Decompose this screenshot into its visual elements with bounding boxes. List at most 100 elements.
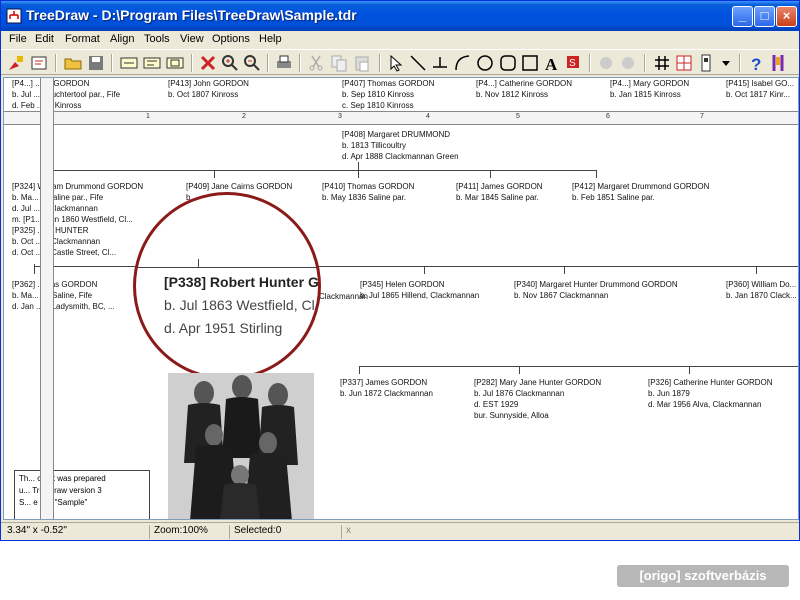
- person-id: [P410]: [322, 182, 346, 191]
- tee-connector-icon[interactable]: [430, 53, 450, 73]
- person-box[interactable]: [P415] Isabel GO... b. Oct 1817 Kinr...: [726, 78, 794, 100]
- person-box[interactable]: [P345] Helen GORDON b. Jul 1865 Hillend,…: [360, 279, 479, 301]
- menu-tools[interactable]: Tools: [144, 33, 170, 45]
- maximize-button[interactable]: □: [754, 6, 775, 27]
- person-box[interactable]: [P410] Thomas GORDON b. May 1836 Saline …: [322, 181, 414, 203]
- connector-line: [490, 170, 491, 178]
- cut-icon[interactable]: [306, 53, 326, 73]
- person-name: James GORDON: [480, 182, 543, 191]
- menu-edit[interactable]: Edit: [35, 33, 54, 45]
- person-name: Helen GORDON: [385, 280, 445, 289]
- line-icon[interactable]: [408, 53, 428, 73]
- person-birth: b. Mar 1845 Saline par.: [456, 193, 539, 202]
- zoom-in-icon[interactable]: [220, 53, 240, 73]
- save-icon[interactable]: [86, 53, 106, 73]
- person-id: [P345]: [360, 280, 384, 289]
- svg-text:S: S: [569, 58, 576, 69]
- treedraw-window: TreeDraw - D:\Program Files\TreeDraw\Sam…: [0, 0, 800, 541]
- person-death: d. Apr 1888 Clackmannan Green: [342, 152, 459, 161]
- person-burial: bur. Sunnyside, Alloa: [474, 411, 549, 420]
- person-id: [P338]: [164, 274, 207, 290]
- title-bar[interactable]: TreeDraw - D:\Program Files\TreeDraw\Sam…: [1, 1, 799, 31]
- person-box[interactable]: [P282] Mary Jane Hunter GORDON b. Jul 18…: [474, 377, 601, 421]
- dropdown-icon[interactable]: [716, 53, 736, 73]
- person-id: [P4...]: [610, 79, 631, 88]
- pointer-icon[interactable]: [386, 53, 406, 73]
- menu-help[interactable]: Help: [259, 33, 282, 45]
- person-id: [P413]: [168, 79, 192, 88]
- page-setup-icon[interactable]: [696, 53, 716, 73]
- menu-bar: File Edit Format Align Tools View Option…: [1, 31, 799, 49]
- person-birth: b. Jul 1876 Clackmannan: [474, 389, 565, 398]
- person-name: William Do...: [751, 280, 797, 289]
- person-box[interactable]: [P4...] Mary GORDON b. Jan 1815 Kinross: [610, 78, 689, 100]
- color-icon[interactable]: S: [564, 53, 584, 73]
- chart-note[interactable]: Th... chart was prepared u... TreeDraw v…: [14, 470, 150, 519]
- status-selected: Selected:0: [229, 525, 341, 539]
- context-help-icon[interactable]: [768, 53, 788, 73]
- connector-line: [424, 266, 425, 274]
- menu-align[interactable]: Align: [110, 33, 134, 45]
- chart-canvas[interactable]: [P4...] ...ert GORDON b. Jul ...6 Auchte…: [3, 77, 799, 520]
- person-box[interactable]: [P326] Catherine Hunter GORDON b. Jun 18…: [648, 377, 773, 410]
- circle-icon[interactable]: [475, 53, 495, 73]
- spouse-box[interactable]: [P408] Margaret DRUMMOND b. 1813 Tillico…: [342, 129, 459, 162]
- person-name: Robert Hunter: [209, 274, 305, 290]
- person-name: Margaret Hunter Drummond GORDON: [539, 280, 678, 289]
- open-tree-icon[interactable]: [29, 53, 49, 73]
- magnifier-lens[interactable]: [P338] Robert Hunter Go b. Jul 1863 West…: [133, 192, 321, 380]
- snap-icon[interactable]: [674, 53, 694, 73]
- menu-file[interactable]: File: [9, 33, 27, 45]
- disabled-tool-2-icon[interactable]: [618, 53, 638, 73]
- person-name: Catherine Hunter GORDON: [673, 378, 773, 387]
- zoom-out-icon[interactable]: [242, 53, 262, 73]
- person-name: Thomas GORDON: [347, 182, 415, 191]
- print-icon[interactable]: [274, 53, 294, 73]
- minimize-button[interactable]: _: [732, 6, 753, 27]
- person-box[interactable]: [P324] William Drummond GORDON b. Ma... …: [12, 181, 143, 258]
- person-birth: b. Oct 1817 Kinr...: [726, 90, 791, 99]
- person-name: Thomas GORDON: [367, 79, 435, 88]
- person-box[interactable]: [P411] James GORDON b. Mar 1845 Saline p…: [456, 181, 543, 203]
- copy-icon[interactable]: [329, 53, 349, 73]
- svg-text:?: ?: [751, 55, 761, 73]
- person-birth: b. Ma... 61 Saline, Fife: [12, 291, 93, 300]
- help-icon[interactable]: ?: [746, 53, 766, 73]
- person-birth: b. Sep 1810 Kinross: [342, 90, 415, 99]
- person-box[interactable]: [P412] Margaret Drummond GORDON b. Feb 1…: [572, 181, 709, 203]
- person-box[interactable]: [P407] Thomas GORDON b. Sep 1810 Kinross…: [342, 78, 434, 111]
- person-birth: b. 1813 Tillicoultry: [342, 141, 407, 150]
- box-style-2-icon[interactable]: [142, 53, 162, 73]
- person-box[interactable]: [P413] John GORDON b. Oct 1807 Kinross: [168, 78, 249, 100]
- new-icon[interactable]: [6, 53, 26, 73]
- connector-line: [34, 264, 35, 274]
- menu-format[interactable]: Format: [65, 33, 100, 45]
- menu-view[interactable]: View: [180, 33, 204, 45]
- person-box[interactable]: [P4...] ...ert GORDON b. Jul ...6 Auchte…: [12, 78, 120, 111]
- rect-icon[interactable]: [520, 53, 540, 73]
- person-name: Mary GORDON: [633, 79, 690, 88]
- person-box[interactable]: [P340] Margaret Hunter Drummond GORDON b…: [514, 279, 678, 301]
- arc-icon[interactable]: [452, 53, 472, 73]
- disabled-tool-1-icon[interactable]: [596, 53, 616, 73]
- person-birth: b. Oct 1807 Kinross: [168, 90, 239, 99]
- box-style-1-icon[interactable]: [119, 53, 139, 73]
- person-box[interactable]: [P4...] Catherine GORDON b. Nov 1812 Kin…: [476, 78, 572, 100]
- open-folder-icon[interactable]: [63, 53, 83, 73]
- text-icon[interactable]: A: [542, 53, 562, 73]
- close-button[interactable]: ×: [776, 6, 797, 27]
- person-death: d. EST 1929: [474, 400, 519, 409]
- family-photo[interactable]: [168, 373, 314, 519]
- horizontal-ruler: 1 2 3 4 5 6 7: [4, 111, 798, 125]
- person-birth: b. Feb 1851 Saline par.: [572, 193, 655, 202]
- delete-icon[interactable]: [198, 53, 218, 73]
- person-box[interactable]: [P362] ...mas GORDON b. Ma... 61 Saline,…: [12, 279, 115, 312]
- person-box[interactable]: [P337] James GORDON b. Jun 1872 Clackman…: [340, 377, 433, 399]
- grid-icon[interactable]: [652, 53, 672, 73]
- menu-options[interactable]: Options: [212, 33, 250, 45]
- magnified-person[interactable]: [P338] Robert Hunter Go: [164, 274, 318, 290]
- rounded-rect-icon[interactable]: [498, 53, 518, 73]
- box-style-3-icon[interactable]: [165, 53, 185, 73]
- paste-icon[interactable]: [352, 53, 372, 73]
- person-box[interactable]: [P360] William Do... b. Jan 1870 Clack..…: [726, 279, 797, 301]
